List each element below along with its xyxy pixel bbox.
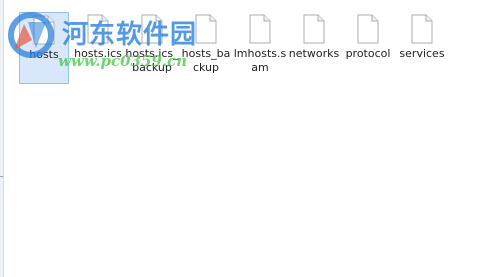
file-label: hosts: [29, 48, 59, 61]
file-label: protocol: [345, 47, 391, 60]
document-icon: [411, 14, 433, 44]
document-icon: [303, 14, 325, 44]
file-label: hosts.ics_backup: [125, 47, 179, 74]
file-item-networks[interactable]: networks: [287, 12, 341, 84]
file-item-lmhosts-sam[interactable]: lmhosts.sam: [233, 12, 287, 84]
file-item-protocol[interactable]: protocol: [341, 12, 395, 84]
file-item-services[interactable]: services: [395, 12, 449, 84]
document-icon: [249, 14, 271, 44]
file-label: networks: [288, 47, 340, 60]
left-pane-tick: [0, 176, 3, 177]
file-item-hosts-ics-backup[interactable]: hosts.ics_backup: [125, 12, 179, 84]
file-label: hosts_backup: [181, 47, 231, 74]
document-icon: [195, 14, 217, 44]
document-icon: [141, 14, 163, 44]
document-icon: [33, 15, 55, 45]
file-grid: hosts hosts.ics hosts.ics_backup hosts_b…: [17, 12, 449, 84]
file-label: services: [399, 47, 445, 60]
file-label: lmhosts.sam: [233, 47, 287, 74]
file-item-hosts[interactable]: hosts: [19, 12, 69, 84]
file-item-hosts-ics[interactable]: hosts.ics: [71, 12, 125, 84]
document-icon: [87, 14, 109, 44]
document-icon: [357, 14, 379, 44]
file-label: hosts.ics: [74, 47, 122, 60]
left-pane-edge: [0, 0, 4, 277]
file-item-hosts-backup[interactable]: hosts_backup: [179, 12, 233, 84]
